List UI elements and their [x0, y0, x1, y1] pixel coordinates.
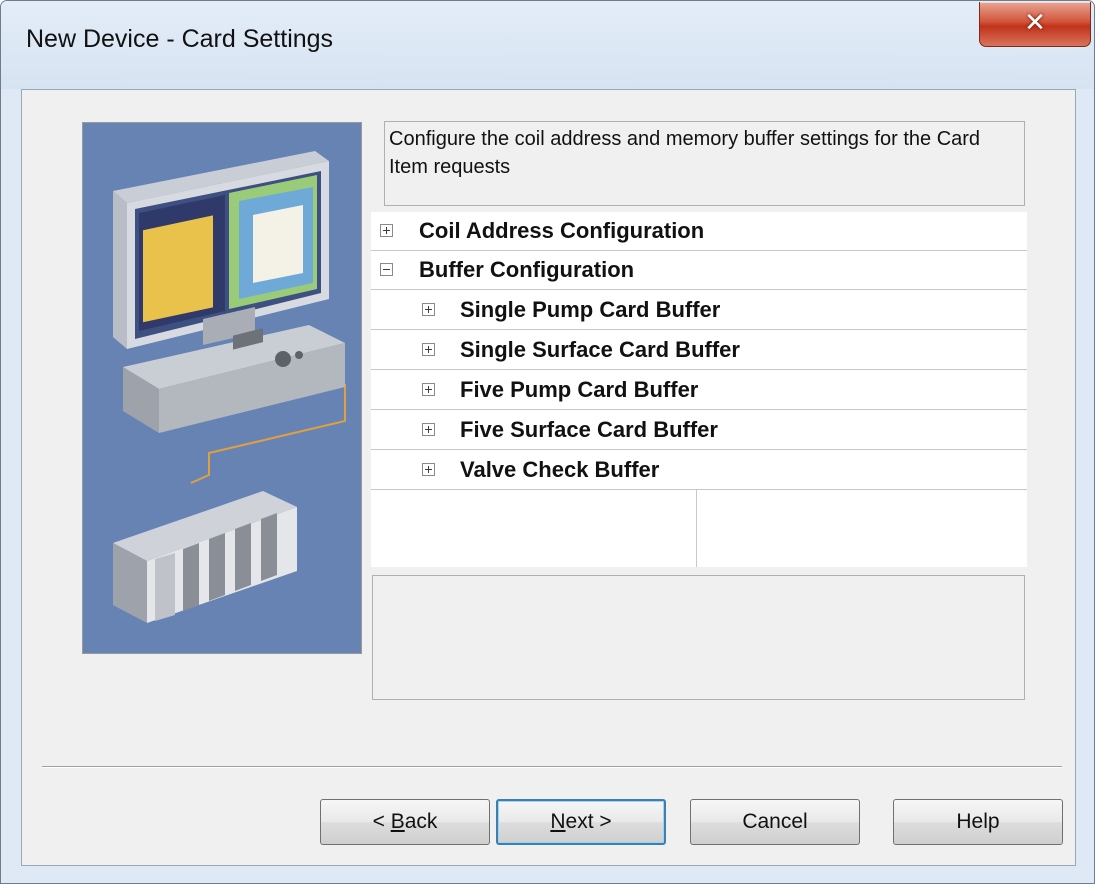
property-grid-empty-area[interactable]: [371, 490, 1027, 567]
window-title: New Device - Card Settings: [26, 25, 334, 53]
button-mnemonic: N: [550, 810, 566, 833]
description-text: Configure the coil address and memory bu…: [384, 121, 1025, 206]
property-row[interactable]: Single Surface Card Buffer: [371, 331, 1027, 370]
button-label-suffix: ext >: [565, 810, 612, 833]
collapse-minus-icon[interactable]: [380, 263, 393, 276]
expand-plus-icon[interactable]: [422, 303, 435, 316]
property-label: Valve Check Buffer: [460, 457, 660, 482]
property-grid[interactable]: Coil Address Configuration Buffer Config…: [371, 212, 1027, 567]
close-button[interactable]: ✕: [979, 2, 1091, 47]
property-row[interactable]: Five Surface Card Buffer: [371, 411, 1027, 450]
expand-plus-icon[interactable]: [380, 224, 393, 237]
property-help-panel: [372, 575, 1025, 700]
next-button[interactable]: Next >: [496, 799, 666, 845]
expand-plus-icon[interactable]: [422, 463, 435, 476]
title-bar[interactable]: New Device - Card Settings ✕: [1, 1, 1094, 89]
expand-plus-icon[interactable]: [422, 343, 435, 356]
help-button[interactable]: Help: [893, 799, 1063, 845]
close-icon: ✕: [1024, 8, 1046, 38]
computer-plc-illustration: [83, 123, 361, 653]
property-label: Coil Address Configuration: [419, 218, 705, 243]
dialog-body: Configure the coil address and memory bu…: [21, 89, 1076, 866]
property-label: Five Pump Card Buffer: [460, 377, 699, 402]
property-label: Five Surface Card Buffer: [460, 417, 718, 442]
back-button[interactable]: < Back: [320, 799, 490, 845]
property-label: Single Surface Card Buffer: [460, 337, 740, 362]
column-divider[interactable]: [696, 490, 697, 567]
cancel-button[interactable]: Cancel: [690, 799, 860, 845]
expand-plus-icon[interactable]: [422, 383, 435, 396]
property-row[interactable]: Valve Check Buffer: [371, 451, 1027, 490]
property-label: Buffer Configuration: [419, 257, 635, 282]
button-label-suffix: ack: [404, 810, 438, 833]
property-row[interactable]: Single Pump Card Buffer: [371, 291, 1027, 330]
wizard-illustration: [82, 122, 362, 654]
button-separator: [42, 766, 1062, 768]
dialog-window: New Device - Card Settings ✕ Configure t…: [0, 0, 1095, 884]
property-row[interactable]: Five Pump Card Buffer: [371, 371, 1027, 410]
button-label-prefix: <: [372, 810, 391, 833]
property-row[interactable]: Coil Address Configuration: [371, 212, 1027, 251]
property-row[interactable]: Buffer Configuration: [371, 251, 1027, 290]
property-label: Single Pump Card Buffer: [460, 297, 721, 322]
button-mnemonic: B: [390, 810, 405, 833]
expand-plus-icon[interactable]: [422, 423, 435, 436]
